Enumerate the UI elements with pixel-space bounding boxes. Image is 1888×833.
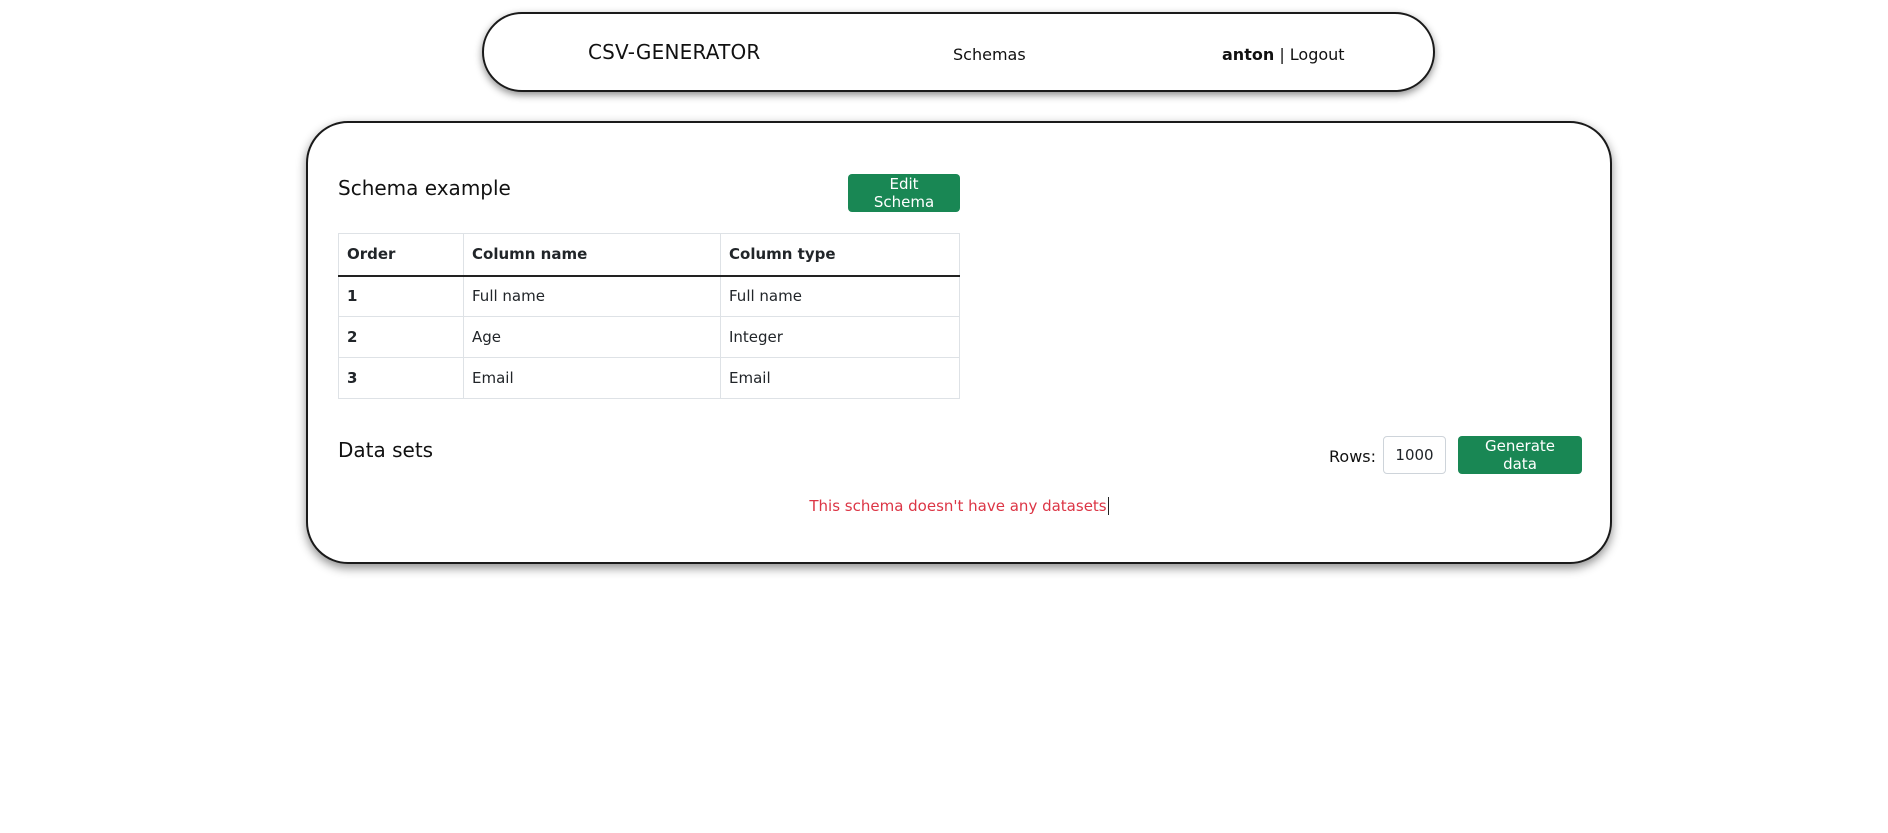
row-column-type: Full name xyxy=(720,275,960,317)
row-order: 1 xyxy=(338,275,464,317)
edit-schema-button[interactable]: Edit Schema xyxy=(848,174,960,212)
schema-columns-table: Order Column name Column type 1 Full nam… xyxy=(338,233,960,399)
row-order: 3 xyxy=(338,357,464,399)
nav-link-schemas[interactable]: Schemas xyxy=(953,45,1026,64)
brand-logo[interactable]: CSV-GENERATOR xyxy=(588,40,761,64)
empty-datasets-message: This schema doesn't have any datasets xyxy=(308,497,1610,515)
text-cursor xyxy=(1107,497,1109,515)
header-column-type: Column type xyxy=(720,233,960,277)
generate-data-button[interactable]: Generate data xyxy=(1458,436,1582,474)
schema-card: Schema example Edit Schema Order Column … xyxy=(306,121,1612,564)
username: anton xyxy=(1222,45,1275,64)
row-column-name: Full name xyxy=(463,275,721,317)
top-navbar: CSV-GENERATOR Schemas anton | Logout xyxy=(482,12,1435,92)
header-order: Order xyxy=(338,233,464,277)
rows-count-input[interactable] xyxy=(1383,436,1446,474)
rows-label: Rows: xyxy=(1329,447,1376,466)
table-row: 2 Age Integer xyxy=(338,316,960,358)
header-column-name: Column name xyxy=(463,233,721,277)
user-separator: | xyxy=(1279,45,1285,64)
row-column-type: Email xyxy=(720,357,960,399)
schema-title: Schema example xyxy=(338,176,511,200)
logout-link[interactable]: Logout xyxy=(1290,45,1345,64)
datasets-title: Data sets xyxy=(338,438,434,462)
table-header-row: Order Column name Column type xyxy=(338,233,960,277)
table-row: 1 Full name Full name xyxy=(338,275,960,317)
row-column-name: Email xyxy=(463,357,721,399)
row-order: 2 xyxy=(338,316,464,358)
table-row: 3 Email Email xyxy=(338,357,960,399)
empty-datasets-text: This schema doesn't have any datasets xyxy=(809,497,1107,515)
user-area: anton | Logout xyxy=(1222,45,1345,64)
row-column-type: Integer xyxy=(720,316,960,358)
row-column-name: Age xyxy=(463,316,721,358)
